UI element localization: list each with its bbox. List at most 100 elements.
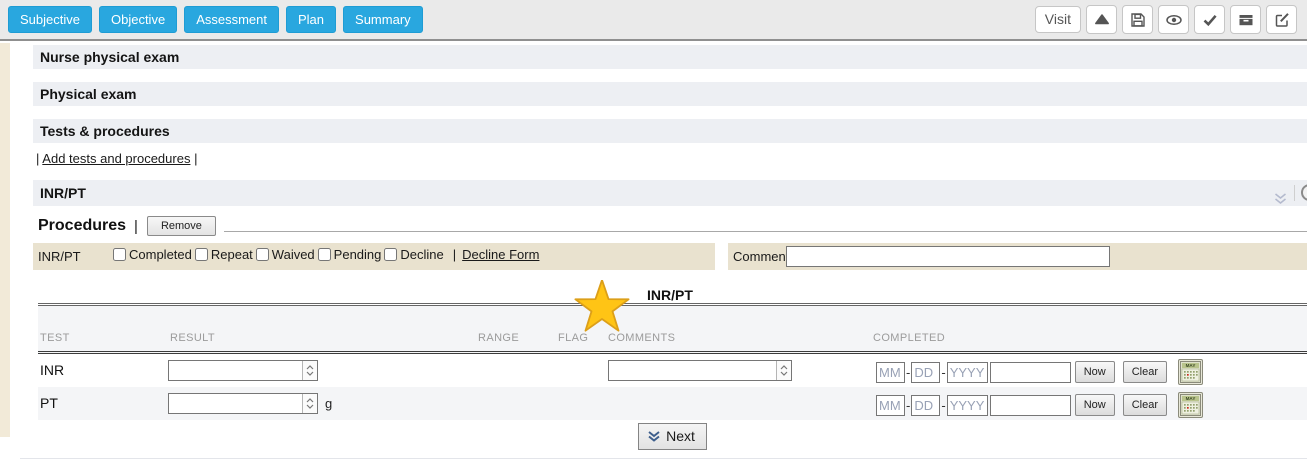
eject-icon <box>1094 12 1110 28</box>
completed-checkbox[interactable] <box>113 248 126 261</box>
section-title: Nurse physical exam <box>40 49 179 65</box>
pt-unit-label: g <box>325 396 332 411</box>
collapse-section-button[interactable] <box>1274 187 1287 206</box>
procedure-comments-input[interactable] <box>786 246 1110 267</box>
spinner-down-icon <box>306 371 314 376</box>
calendar-icon: MAY <box>1180 361 1201 383</box>
tab-assessment[interactable]: Assessment <box>184 6 279 33</box>
save-button[interactable] <box>1122 5 1153 34</box>
spinner-up-icon <box>306 365 314 370</box>
procedures-fieldset-line <box>205 231 1307 232</box>
pt-calendar-button[interactable]: MAY <box>1178 392 1203 418</box>
repeat-checkbox[interactable] <box>195 248 208 261</box>
inr-calendar-button[interactable]: MAY <box>1178 359 1203 385</box>
pt-completed-date-group: - - Now Clear MAY <box>876 392 1203 418</box>
svg-text:MAY: MAY <box>1186 396 1196 401</box>
checkbox-completed[interactable]: Completed <box>113 247 192 262</box>
save-icon <box>1130 12 1146 28</box>
inr-time-input[interactable] <box>990 362 1071 383</box>
inr-clear-button[interactable]: Clear <box>1123 361 1167 383</box>
status-checkbox-group: Completed Repeat Waived Pending Decline … <box>113 247 539 262</box>
add-tests-link[interactable]: Add tests and procedures <box>42 151 190 166</box>
eye-icon <box>1165 12 1183 28</box>
checkbox-pending[interactable]: Pending <box>318 247 382 262</box>
col-header-completed: COMPLETED <box>873 332 945 344</box>
pt-now-button[interactable]: Now <box>1075 394 1115 416</box>
spinner-buttons[interactable] <box>302 361 317 380</box>
section-physical-exam[interactable]: Physical exam <box>33 82 1307 106</box>
pt-year-input[interactable] <box>947 395 988 416</box>
section-tests-procedures[interactable]: Tests & procedures <box>33 119 1307 143</box>
pt-month-input[interactable] <box>876 395 905 416</box>
inr-year-input[interactable] <box>947 362 988 383</box>
test-name-pt: PT <box>40 395 58 411</box>
procedures-legend: Procedures | Remove <box>38 216 224 236</box>
inr-day-input[interactable] <box>911 362 940 383</box>
section-nurse-physical-exam[interactable]: Nurse physical exam <box>33 45 1307 69</box>
pt-time-input[interactable] <box>990 395 1071 416</box>
completed-label: Completed <box>129 247 192 262</box>
add-tests-row: | Add tests and procedures | <box>36 151 197 166</box>
archive-icon <box>1238 12 1254 28</box>
section-title: Physical exam <box>40 86 137 102</box>
spinner-up-icon <box>306 398 314 403</box>
results-table-title: INR/PT <box>33 287 1307 303</box>
top-toolbar: Subjective Objective Assessment Plan Sum… <box>0 0 1307 41</box>
test-name-inr: INR <box>40 362 64 378</box>
tab-summary[interactable]: Summary <box>343 6 423 33</box>
col-header-result: RESULT <box>170 332 215 344</box>
eject-button[interactable] <box>1086 5 1117 34</box>
spinner-buttons[interactable] <box>776 361 791 380</box>
table-row-inr: INR - - Now Clear <box>38 354 1307 387</box>
waived-checkbox[interactable] <box>256 248 269 261</box>
check-icon <box>1202 12 1218 28</box>
decline-separator: | <box>453 247 456 262</box>
inr-comments-input[interactable] <box>609 361 776 380</box>
checkbox-repeat[interactable]: Repeat <box>195 247 253 262</box>
inr-now-button[interactable]: Now <box>1075 361 1115 383</box>
checkbox-waived[interactable]: Waived <box>256 247 315 262</box>
tab-subjective[interactable]: Subjective <box>8 6 92 33</box>
pt-result-spinner <box>168 393 318 414</box>
edit-note-button[interactable] <box>1266 5 1297 34</box>
decline-form-link[interactable]: Decline Form <box>462 247 539 262</box>
decline-checkbox[interactable] <box>384 248 397 261</box>
spinner-down-icon <box>780 371 788 376</box>
pipe-left: | <box>36 151 39 166</box>
visit-button[interactable]: Visit <box>1035 6 1081 33</box>
inr-comments-spinner <box>608 360 792 381</box>
spinner-buttons[interactable] <box>302 394 317 413</box>
section-inrpt[interactable]: INR/PT <box>33 180 1307 206</box>
bar-divider <box>1294 185 1295 201</box>
col-header-comments: COMMENTS <box>608 332 675 344</box>
inr-result-spinner <box>168 360 318 381</box>
preview-button[interactable] <box>1158 5 1189 34</box>
confirm-button[interactable] <box>1194 5 1225 34</box>
procedure-status-row: INR/PT Completed Repeat Waived Pending D… <box>33 243 1307 270</box>
inr-completed-date-group: - - Now Clear MAY <box>876 359 1203 385</box>
next-label: Next <box>666 428 695 444</box>
next-button[interactable]: Next <box>638 423 707 450</box>
pending-label: Pending <box>334 247 382 262</box>
tab-plan[interactable]: Plan <box>286 6 336 33</box>
pt-clear-button[interactable]: Clear <box>1123 394 1167 416</box>
results-header-row: TEST RESULT RANGE FLAG COMMENTS COMPLETE… <box>38 306 1307 354</box>
pt-result-input[interactable] <box>169 394 302 413</box>
inr-month-input[interactable] <box>876 362 905 383</box>
checkbox-decline[interactable]: Decline <box>384 247 443 262</box>
results-table: TEST RESULT RANGE FLAG COMMENTS COMPLETE… <box>38 303 1307 453</box>
procedure-name-label: INR/PT <box>38 249 81 264</box>
double-chevron-down-icon <box>1274 193 1287 205</box>
cell-divider <box>715 243 728 270</box>
archive-button[interactable] <box>1230 5 1261 34</box>
inr-result-input[interactable] <box>169 361 302 380</box>
calendar-icon: MAY <box>1180 394 1201 416</box>
pt-day-input[interactable] <box>911 395 940 416</box>
tab-objective[interactable]: Objective <box>99 6 177 33</box>
date-dash: - <box>906 398 910 413</box>
date-dash: - <box>941 398 945 413</box>
table-row-pt: PT g - - Now Clear MAY <box>38 387 1307 420</box>
pending-checkbox[interactable] <box>318 248 331 261</box>
section-title: INR/PT <box>40 185 86 201</box>
remove-button[interactable]: Remove <box>147 216 216 236</box>
